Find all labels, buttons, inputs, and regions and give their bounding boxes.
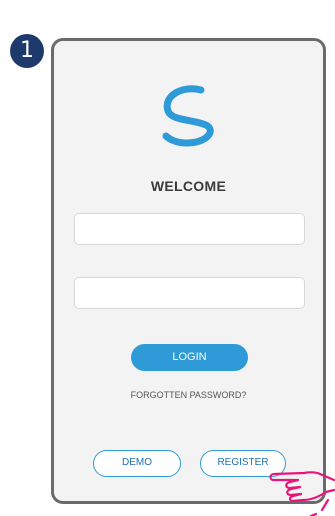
welcome-heading: WELCOME	[150, 178, 227, 194]
demo-button[interactable]: DEMO	[93, 450, 181, 477]
tutorial-stage: 1 WELCOME LOGIN FORGOTTEN PASSWORD? DEMO…	[0, 0, 335, 516]
password-field[interactable]	[74, 277, 305, 309]
pointing-hand-icon	[269, 471, 335, 516]
username-field[interactable]	[74, 213, 305, 245]
phone-screen: WELCOME LOGIN FORGOTTEN PASSWORD? DEMO R…	[51, 38, 326, 504]
login-button[interactable]: LOGIN	[131, 344, 248, 371]
forgotten-password-link[interactable]: FORGOTTEN PASSWORD?	[54, 390, 323, 400]
swirl-logo-icon	[162, 85, 214, 147]
step-number-badge: 1	[10, 34, 44, 68]
